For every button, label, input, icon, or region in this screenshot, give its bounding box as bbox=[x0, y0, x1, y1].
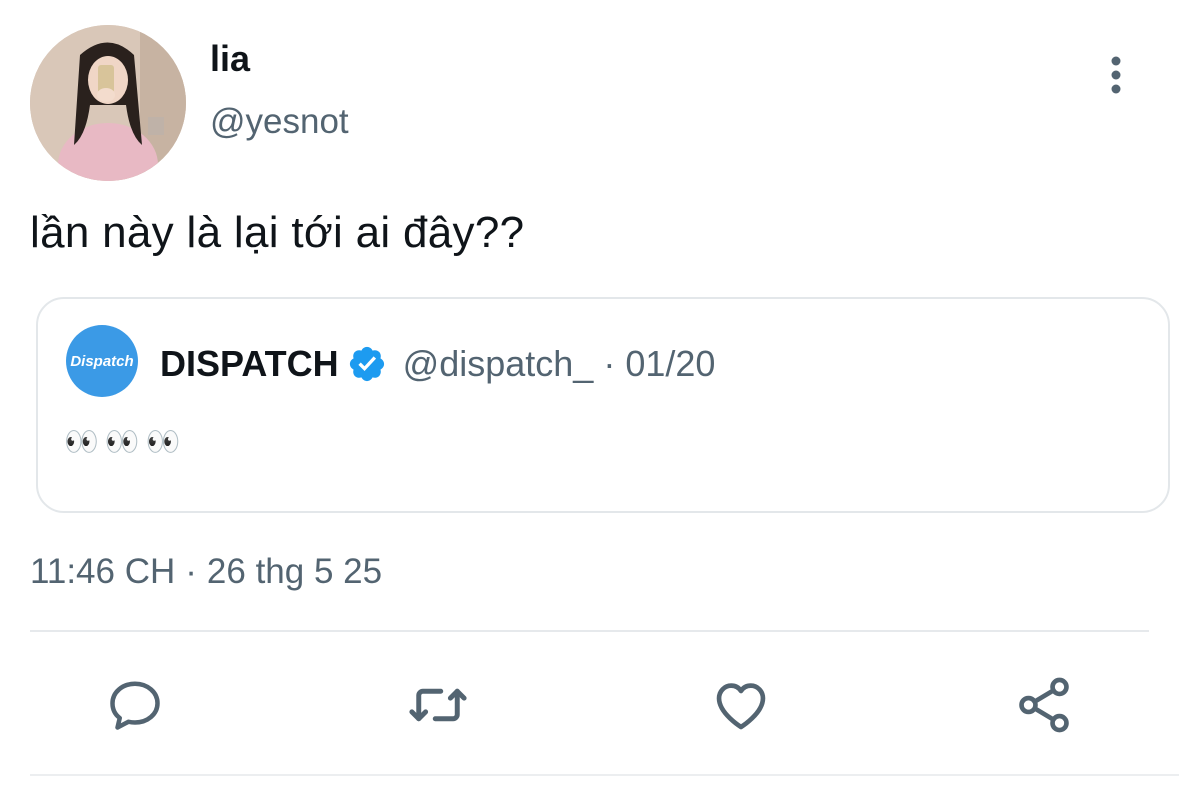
quoted-author-name: DISPATCH bbox=[160, 343, 339, 384]
action-bar bbox=[0, 665, 1179, 745]
quoted-separator: · bbox=[603, 343, 616, 384]
quoted-tweet-header: DISPATCH @dispatch_ · 01/20 bbox=[160, 343, 715, 385]
quoted-tweet-date: 01/20 bbox=[625, 343, 716, 384]
tweet-time: 11:46 CH bbox=[30, 552, 176, 591]
dispatch-logo-text: Dispatch bbox=[70, 352, 134, 370]
verified-badge-icon bbox=[347, 344, 387, 384]
quoted-author-handle: @dispatch_ bbox=[402, 343, 594, 384]
tweet-date: 26 thg 5 25 bbox=[206, 552, 383, 591]
divider bbox=[30, 630, 1149, 632]
tweet-text: lần này là lại tới ai đây?? bbox=[30, 208, 525, 257]
quoted-tweet-text: 👀👀👀 bbox=[64, 426, 187, 457]
like-icon bbox=[716, 683, 766, 730]
retweet-button[interactable] bbox=[398, 665, 478, 745]
retweet-icon bbox=[409, 688, 467, 722]
quoted-tweet-card[interactable]: Dispatch DISPATCH @dispatch_ · 01/20 👀👀👀 bbox=[36, 297, 1170, 513]
reply-button[interactable] bbox=[95, 665, 175, 745]
author-avatar[interactable] bbox=[30, 25, 186, 181]
author-display-name[interactable]: lia bbox=[210, 38, 250, 80]
reply-icon bbox=[110, 681, 160, 730]
share-icon bbox=[1019, 677, 1069, 733]
more-vertical-icon bbox=[1111, 56, 1121, 94]
avatar-photo bbox=[30, 25, 186, 181]
bottom-divider bbox=[30, 774, 1179, 776]
more-options-button[interactable] bbox=[1098, 52, 1134, 98]
share-button[interactable] bbox=[1004, 665, 1084, 745]
author-handle[interactable]: @yesnot bbox=[210, 102, 349, 142]
timestamp-separator: · bbox=[185, 552, 197, 591]
like-button[interactable] bbox=[701, 665, 781, 745]
tweet-timestamp[interactable]: 11:46 CH · 26 thg 5 25 bbox=[30, 552, 382, 592]
quoted-author-avatar[interactable]: Dispatch bbox=[66, 325, 138, 397]
